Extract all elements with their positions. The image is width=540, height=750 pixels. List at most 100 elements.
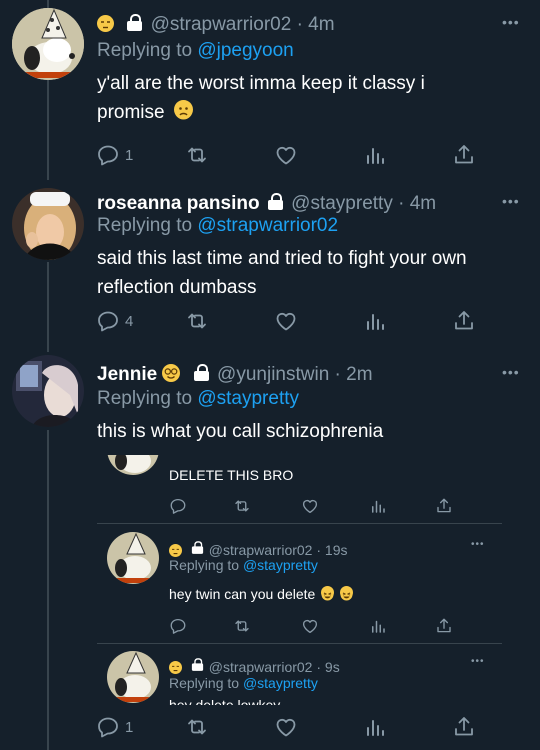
- more-icon[interactable]: •••: [502, 193, 520, 209]
- laughing-emoji-icon: [321, 586, 335, 601]
- replying-handle[interactable]: @jpegyoon: [197, 40, 293, 61]
- handle: @strapwarrior02: [208, 659, 313, 675]
- separator: ·: [316, 659, 322, 675]
- replying-label: Replying to: [169, 557, 240, 573]
- timestamp[interactable]: 4m: [410, 193, 436, 214]
- avatar[interactable]: [12, 8, 84, 80]
- divider: [97, 523, 502, 524]
- replying-label: Replying to: [169, 675, 240, 691]
- analytics-icon[interactable]: [363, 309, 387, 333]
- lock-icon: [127, 14, 143, 31]
- retweet-icon: [233, 497, 251, 515]
- retweet-icon[interactable]: [185, 309, 209, 333]
- profile-photo: [12, 188, 84, 260]
- tweet-text: this is what you call schizophrenia: [97, 421, 384, 442]
- slightly-frowning-emoji-icon: [173, 100, 193, 120]
- tweet-meta: Jennie @yunjinstwin · 2m: [97, 364, 373, 386]
- embedded-screenshot[interactable]: DELETE THIS BRO @strapwarrior02 · 19s ••…: [97, 455, 517, 705]
- retweet-icon[interactable]: [185, 715, 209, 739]
- retweet-icon[interactable]: [185, 143, 209, 167]
- tweet-meta: roseanna pansino @staypretty · 4m: [97, 193, 436, 215]
- unamused-emoji-icon: [169, 544, 182, 557]
- separator: ·: [398, 193, 405, 214]
- thread-line: [47, 0, 49, 8]
- replying-to: Replying to @staypretty: [97, 388, 299, 410]
- share-icon[interactable]: [452, 309, 476, 333]
- share-icon: [435, 617, 453, 635]
- handle[interactable]: @yunjinstwin: [217, 364, 329, 385]
- embedded-tweet-text: hey twin can you delete: [169, 584, 354, 604]
- lock-icon: [193, 364, 209, 381]
- replying-label: Replying to: [97, 40, 193, 61]
- handle[interactable]: @staypretty: [291, 193, 393, 214]
- lock-icon: [191, 541, 204, 554]
- handle: @strapwarrior02: [208, 542, 313, 558]
- unamused-emoji-icon: [169, 661, 182, 674]
- like-icon[interactable]: [274, 309, 298, 333]
- divider: [97, 643, 502, 644]
- replying-to: Replying to @strapwarrior02: [97, 215, 338, 237]
- replying-to: Replying to @staypretty: [169, 557, 318, 573]
- more-icon[interactable]: •••: [502, 364, 520, 380]
- replying-label: Replying to: [97, 215, 193, 236]
- reply-icon[interactable]: [96, 715, 120, 739]
- retweet-icon: [233, 617, 251, 635]
- display-name[interactable]: Jennie: [97, 364, 157, 385]
- replying-handle[interactable]: @staypretty: [197, 388, 299, 409]
- snoopy-avatar-image: [12, 8, 84, 80]
- laughing-emoji-icon: [340, 586, 354, 601]
- more-icon: •••: [471, 656, 485, 667]
- embedded-tweet-text: DELETE THIS BRO: [169, 467, 294, 483]
- like-icon: [301, 617, 319, 635]
- analytics-icon[interactable]: [363, 715, 387, 739]
- embedded-tweet-meta: @strapwarrior02 · 9s: [169, 656, 340, 675]
- separator: ·: [334, 364, 341, 385]
- share-icon[interactable]: [452, 143, 476, 167]
- reply-icon[interactable]: [96, 309, 120, 333]
- thread-line: [47, 262, 49, 352]
- analytics-icon: [369, 617, 387, 635]
- replying-handle[interactable]: @strapwarrior02: [197, 215, 338, 236]
- replying-handle: @staypretty: [242, 675, 318, 691]
- avatar: [107, 651, 159, 703]
- replying-to: Replying to @jpegyoon: [97, 40, 294, 62]
- more-icon[interactable]: •••: [502, 14, 520, 30]
- reply-count: 1: [125, 719, 134, 736]
- avatar: [107, 532, 159, 584]
- handle[interactable]: @strapwarrior02: [151, 14, 292, 35]
- like-icon: [301, 497, 319, 515]
- separator: ·: [296, 14, 303, 35]
- lock-icon: [267, 193, 283, 210]
- tweet-meta: @strapwarrior02 · 4m: [97, 14, 335, 36]
- timestamp[interactable]: 4m: [308, 14, 334, 35]
- embedded-tweet-meta: @strapwarrior02 · 19s: [169, 539, 348, 558]
- reply-icon[interactable]: [96, 143, 120, 167]
- analytics-icon: [369, 497, 387, 515]
- unamused-emoji-icon: [97, 15, 114, 32]
- tweet-text: said this last time and tried to fight y…: [97, 248, 467, 298]
- embedded-tweet-text-content: hey twin can you delete: [169, 586, 316, 602]
- reply-icon: [169, 497, 187, 515]
- reply-count: 1: [125, 147, 134, 164]
- share-icon: [435, 497, 453, 515]
- timestamp: 19s: [324, 542, 348, 558]
- thread-line: [47, 80, 49, 180]
- avatar[interactable]: [12, 188, 84, 260]
- tweet-text-content: y'all are the worst imma keep it classy …: [97, 73, 425, 123]
- lock-icon: [191, 658, 204, 671]
- more-icon: •••: [471, 539, 485, 550]
- thread-line: [47, 430, 49, 750]
- display-name[interactable]: roseanna pansino: [97, 193, 260, 214]
- replying-to: Replying to @staypretty: [169, 675, 318, 691]
- nerd-face-emoji-icon: [162, 364, 181, 382]
- tweet-text: y'all are the worst imma keep it classy …: [97, 69, 487, 127]
- like-icon[interactable]: [274, 143, 298, 167]
- analytics-icon[interactable]: [363, 143, 387, 167]
- reply-count: 4: [125, 313, 134, 330]
- timestamp[interactable]: 2m: [346, 364, 372, 385]
- share-icon[interactable]: [452, 715, 476, 739]
- replying-label: Replying to: [97, 388, 193, 409]
- embedded-tweet-text: hey delete lowkey: [169, 697, 281, 705]
- like-icon[interactable]: [274, 715, 298, 739]
- avatar[interactable]: [12, 355, 84, 427]
